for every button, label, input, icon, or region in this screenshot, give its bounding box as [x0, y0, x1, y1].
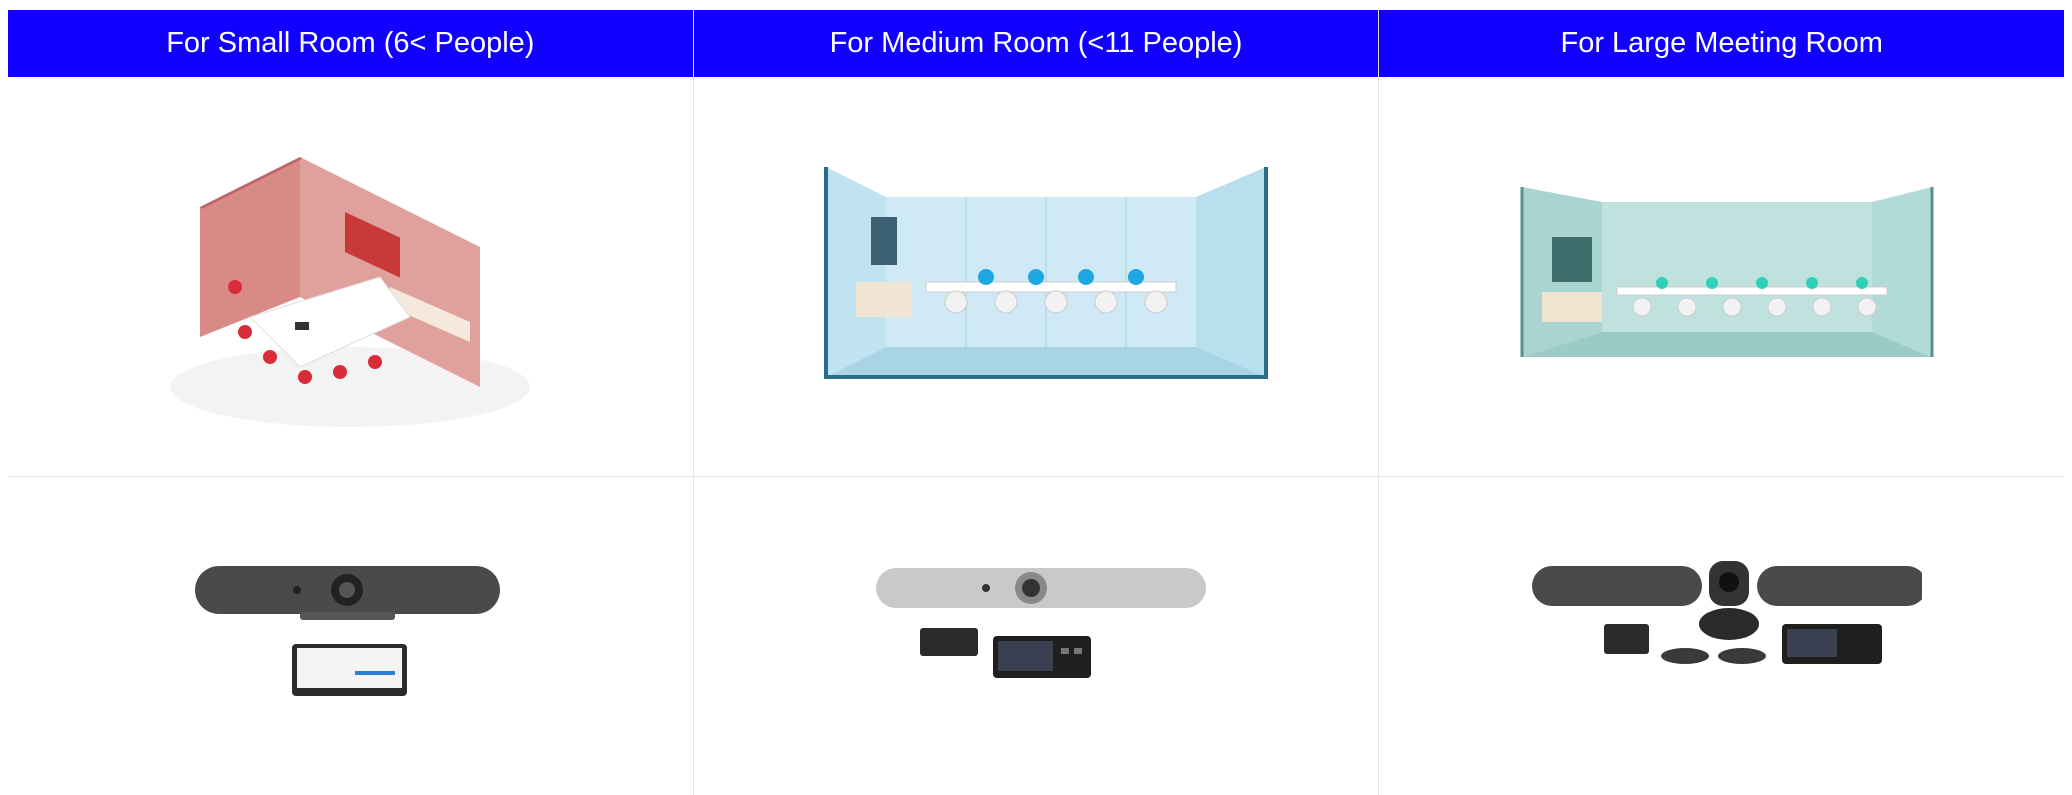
header-small-room: For Small Room (6< People)	[8, 10, 694, 77]
rally-bar-mini-kit-image	[195, 566, 501, 696]
small-room-device-cell	[8, 477, 694, 795]
room-illustration-row	[8, 77, 2064, 477]
header-large-room: For Large Meeting Room	[1379, 10, 2065, 77]
rally-bar-kit-image	[876, 568, 1206, 678]
medium-room-illustration	[824, 166, 1268, 379]
medium-room-cell	[694, 77, 1380, 476]
header-medium-room: For Medium Room (<11 People)	[693, 10, 1380, 77]
small-room-illustration	[170, 156, 531, 427]
medium-room-device-cell	[694, 477, 1380, 795]
large-room-illustration	[1520, 186, 1934, 357]
rally-plus-kit-image	[1531, 561, 1922, 664]
small-room-cell	[8, 77, 694, 476]
header-row: For Small Room (6< People) For Medium Ro…	[8, 10, 2065, 77]
room-comparison-table: For Small Room (6< People) For Medium Ro…	[8, 10, 2065, 795]
large-room-device-cell	[1379, 477, 2064, 795]
large-room-cell	[1379, 77, 2064, 476]
device-row	[8, 477, 2064, 795]
